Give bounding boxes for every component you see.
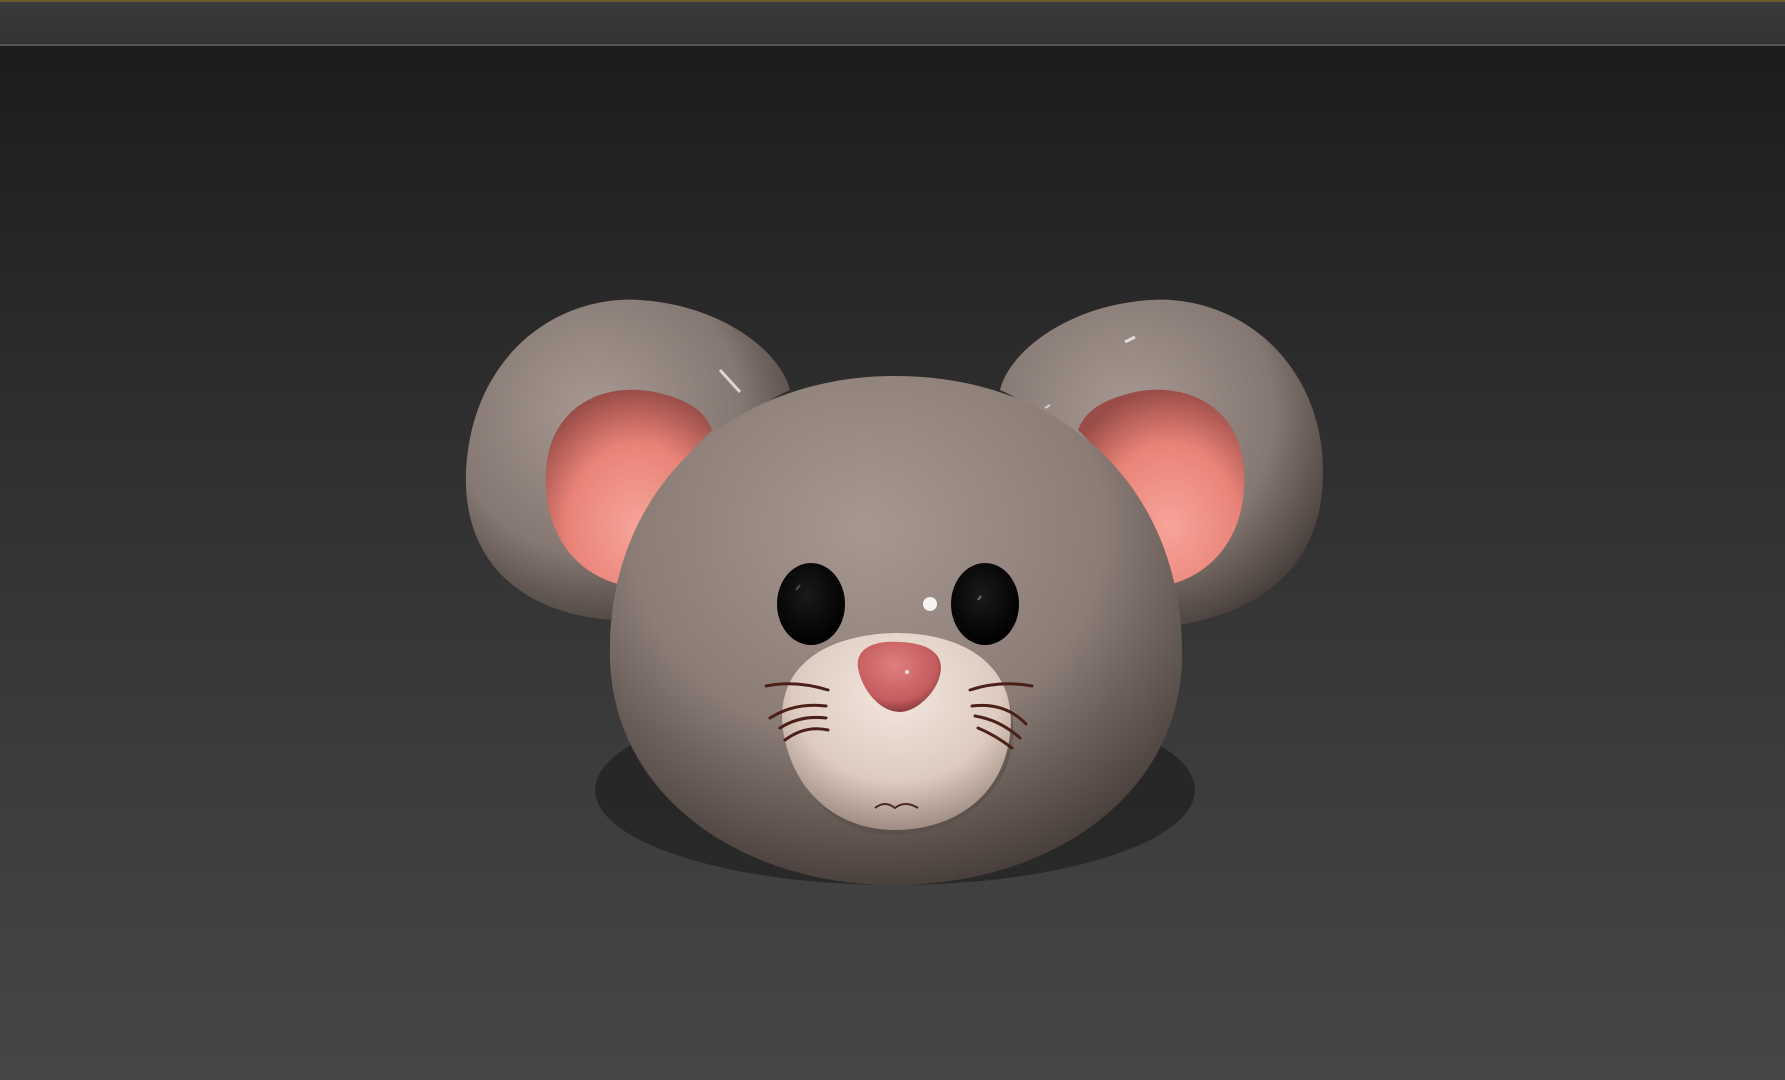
left-eye bbox=[777, 563, 845, 645]
mouse-head-model[interactable] bbox=[0, 0, 1785, 1080]
specular-highlight bbox=[923, 597, 937, 611]
right-eye bbox=[951, 563, 1019, 645]
app-window bbox=[0, 0, 1785, 1080]
